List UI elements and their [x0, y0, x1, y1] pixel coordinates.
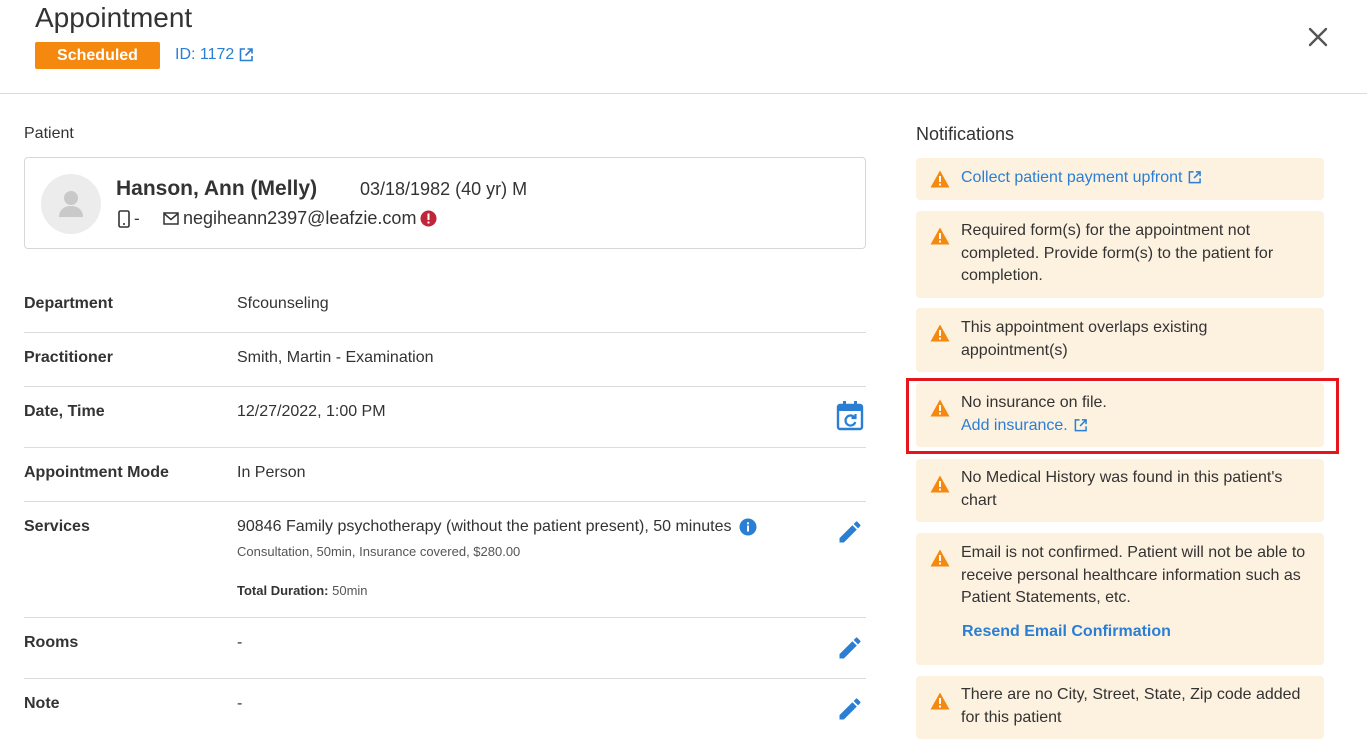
- calendar-refresh-icon: [836, 401, 864, 431]
- notification-forms-text: Required form(s) for the appointment not…: [961, 222, 1274, 284]
- total-duration: Total Duration: 50min: [237, 583, 368, 598]
- patient-section-label: Patient: [24, 125, 74, 142]
- department-label: Department: [24, 295, 113, 312]
- warning-icon: [930, 475, 950, 493]
- notification-forms: Required form(s) for the appointment not…: [916, 211, 1324, 298]
- warning-icon: [930, 170, 950, 188]
- pencil-icon: [839, 637, 861, 659]
- page-title: Appointment: [35, 2, 193, 33]
- datetime-label: Date, Time: [24, 403, 105, 420]
- external-link-icon: [239, 48, 254, 62]
- warning-icon: [930, 549, 950, 567]
- appointment-mode-value: In Person: [237, 464, 306, 481]
- modal-header: Appointment Scheduled ID: 1172: [0, 0, 1367, 94]
- rooms-value: -: [237, 634, 243, 651]
- patient-name[interactable]: Hanson, Ann (Melly): [116, 177, 317, 201]
- rooms-label: Rooms: [24, 634, 79, 651]
- appointment-mode-row: Appointment Mode In Person: [24, 448, 866, 502]
- notification-address-text: There are no City, Street, State, Zip co…: [961, 686, 1301, 726]
- patient-card[interactable]: Hanson, Ann (Melly) 03/18/1982 (40 yr) M…: [24, 157, 866, 249]
- appointment-id-label: ID: 1172: [175, 46, 235, 63]
- department-row: Department Sfcounseling: [24, 279, 866, 333]
- collect-payment-link[interactable]: Collect patient payment upfront: [961, 169, 1202, 186]
- edit-rooms-button[interactable]: [836, 634, 864, 662]
- datetime-row: Date, Time 12/27/2022, 1:00 PM: [24, 387, 866, 448]
- notifications-title: Notifications: [916, 124, 1015, 144]
- notification-overlap-text: This appointment overlaps existing appoi…: [961, 319, 1208, 359]
- patient-dob: 03/18/1982 (40 yr) M: [360, 179, 528, 199]
- datetime-value: 12/27/2022, 1:00 PM: [237, 403, 386, 420]
- warning-icon: [930, 227, 950, 245]
- appointment-mode-label: Appointment Mode: [24, 464, 169, 481]
- department-value: Sfcounseling: [237, 295, 329, 312]
- total-duration-label: Total Duration:: [237, 583, 329, 598]
- notification-medical-history-text: No Medical History was found in this pat…: [961, 469, 1283, 509]
- note-value: -: [237, 695, 243, 712]
- notification-address: There are no City, Street, State, Zip co…: [916, 676, 1324, 739]
- notification-medical-history: No Medical History was found in this pat…: [916, 459, 1324, 522]
- external-link-icon: [1189, 171, 1202, 184]
- phone-icon: [118, 210, 130, 228]
- info-icon[interactable]: [739, 518, 757, 536]
- services-label: Services: [24, 518, 90, 535]
- reschedule-button[interactable]: [836, 401, 864, 431]
- services-value: 90846 Family psychotherapy (without the …: [237, 518, 757, 536]
- patient-email-value: negiheann2397@leafzie.com: [183, 208, 417, 228]
- services-row: Services 90846 Family psychotherapy (wit…: [24, 502, 866, 618]
- status-badge: Scheduled: [35, 42, 160, 69]
- pencil-icon: [839, 521, 861, 543]
- practitioner-label: Practitioner: [24, 349, 113, 366]
- practitioner-value: Smith, Martin - Examination: [237, 349, 434, 366]
- resend-email-button[interactable]: Resend Email Confirmation: [962, 623, 1171, 641]
- warning-icon: [930, 692, 950, 710]
- user-icon: [59, 191, 83, 217]
- edit-services-button[interactable]: [836, 518, 864, 546]
- pencil-icon: [839, 698, 861, 720]
- patient-phone: -: [118, 209, 140, 229]
- error-icon[interactable]: [420, 210, 437, 227]
- collect-payment-link-label: Collect patient payment upfront: [961, 169, 1183, 186]
- service-details: Consultation, 50min, Insurance covered, …: [237, 544, 521, 559]
- insurance-highlight-box: [906, 378, 1339, 454]
- notification-payment: Collect patient payment upfront: [916, 158, 1324, 200]
- patient-phone-value: -: [134, 209, 140, 228]
- rooms-row: Rooms -: [24, 618, 866, 679]
- close-icon: [1308, 27, 1328, 47]
- service-name: 90846 Family psychotherapy (without the …: [237, 518, 732, 535]
- practitioner-row: Practitioner Smith, Martin - Examination: [24, 333, 866, 387]
- patient-email: negiheann2397@leafzie.com: [163, 208, 437, 229]
- notification-email: Email is not confirmed. Patient will not…: [916, 533, 1324, 665]
- notification-email-text: Email is not confirmed. Patient will not…: [961, 544, 1306, 606]
- total-duration-value: 50min: [332, 583, 368, 598]
- notification-overlap: This appointment overlaps existing appoi…: [916, 308, 1324, 372]
- note-label: Note: [24, 695, 60, 712]
- edit-note-button[interactable]: [836, 695, 864, 723]
- appointment-id-link[interactable]: ID: 1172: [175, 46, 254, 64]
- email-icon: [163, 212, 179, 225]
- notification-payment-text: Collect patient payment upfront: [961, 167, 1311, 190]
- note-row: Note -: [24, 679, 866, 740]
- warning-icon: [930, 324, 950, 342]
- avatar: [41, 174, 101, 234]
- close-button[interactable]: [1305, 24, 1331, 50]
